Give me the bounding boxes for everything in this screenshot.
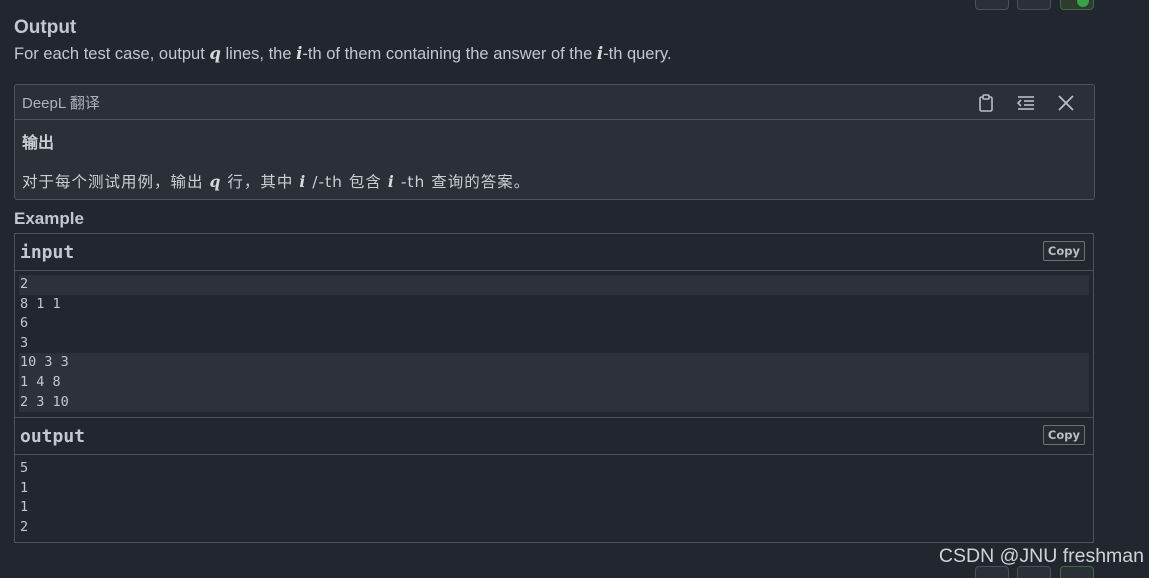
toolbar-button-2[interactable] bbox=[1017, 0, 1051, 10]
watermark: CSDN @JNU freshman bbox=[938, 545, 1144, 567]
output-box: output Copy 5 1 1 2 bbox=[14, 417, 1094, 543]
example-title: Example bbox=[14, 209, 84, 228]
math-var-q: q bbox=[209, 44, 221, 63]
output-line: 1 bbox=[20, 499, 29, 516]
output-lines: 5 1 1 2 bbox=[15, 455, 1093, 541]
math-var-i: i bbox=[299, 172, 307, 191]
deepl-body-text: 对于每个测试用例，输出 q 行，其中 i/-th 包含 i -th 查询的答案。 bbox=[22, 172, 531, 191]
input-line: 1 4 8 bbox=[19, 372, 1089, 393]
close-icon[interactable] bbox=[1046, 91, 1086, 115]
input-line: 2 bbox=[19, 275, 1089, 295]
toolbar-button-1[interactable] bbox=[975, 0, 1009, 10]
output-label: output bbox=[20, 425, 86, 447]
input-line: 3 bbox=[20, 334, 29, 351]
input-header: input Copy bbox=[15, 234, 1093, 271]
copy-input-button[interactable]: Copy bbox=[1042, 241, 1085, 261]
copy-output-button[interactable]: Copy bbox=[1042, 425, 1085, 445]
input-lines: 28 1 1 6 3 10 3 31 4 82 3 10 bbox=[15, 271, 1093, 416]
input-label: input bbox=[20, 241, 75, 263]
clipboard-icon[interactable] bbox=[966, 91, 1006, 115]
input-line: 6 bbox=[20, 315, 29, 332]
deepl-toolbar bbox=[966, 91, 1086, 115]
input-line: 2 3 10 bbox=[19, 392, 1089, 413]
input-line: 10 3 3 bbox=[19, 353, 1089, 373]
math-var-i-2: i bbox=[387, 172, 395, 191]
input-line: 8 1 1 bbox=[20, 295, 61, 312]
section-description: For each test case, output q lines, the … bbox=[14, 44, 672, 63]
output-header: output Copy bbox=[15, 418, 1093, 455]
check-icon bbox=[1077, 0, 1089, 7]
deepl-translation-panel: DeepL 翻译 输出 对于每个测试用例，输出 q 行，其中 i/-th 包含 i -th… bbox=[14, 84, 1095, 200]
bottom-toolbar-button-1[interactable] bbox=[975, 566, 1009, 578]
input-box: input Copy 28 1 1 6 3 10 3 31 4 82 3 10 bbox=[14, 233, 1094, 418]
math-var-q: q bbox=[209, 172, 222, 191]
output-line: 2 bbox=[20, 518, 29, 535]
deepl-body-title: 输出 bbox=[22, 133, 55, 152]
bottom-toolbar-button-2[interactable] bbox=[1017, 566, 1051, 578]
deepl-header: DeepL 翻译 bbox=[15, 85, 1094, 120]
output-line: 5 bbox=[20, 460, 29, 476]
bottom-toolbar-button-3[interactable] bbox=[1060, 566, 1094, 578]
section-title: Output bbox=[14, 17, 77, 38]
indent-icon[interactable] bbox=[1006, 91, 1046, 115]
output-line: 1 bbox=[20, 479, 29, 496]
toolbar-button-3[interactable] bbox=[1060, 0, 1094, 10]
